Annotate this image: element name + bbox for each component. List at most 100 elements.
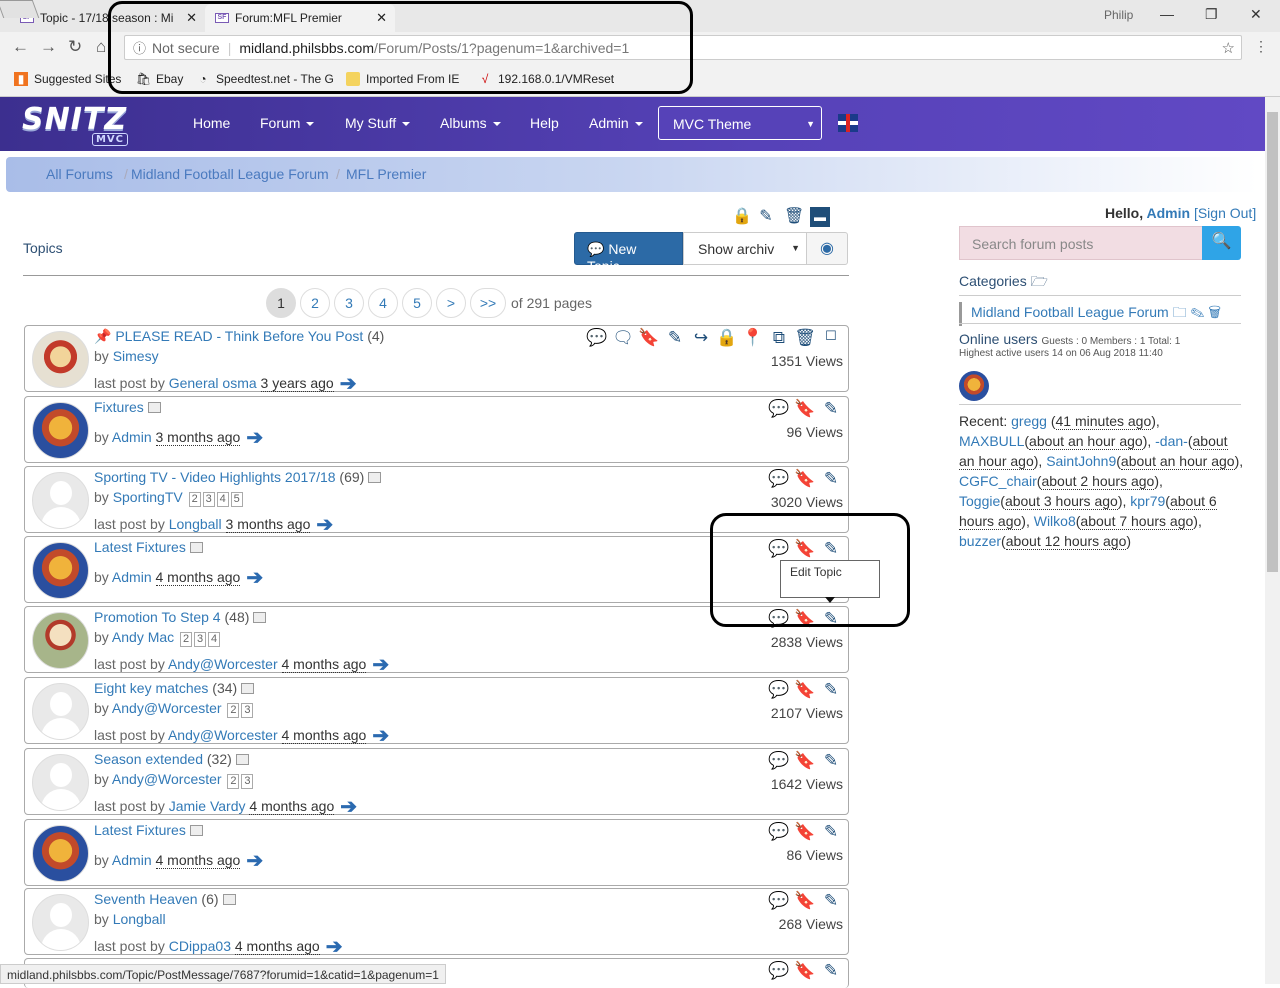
topic-page-link[interactable]: 2	[227, 703, 240, 718]
bookmark-suggested-sites[interactable]: ▮ Suggested Sites	[14, 72, 121, 86]
last-post-author[interactable]: General osma	[169, 375, 257, 391]
topic-title[interactable]: Sporting TV - Video Highlights 2017/18	[94, 469, 336, 485]
recent-user[interactable]: MAXBULL	[959, 433, 1024, 449]
snitz-logo[interactable]: SNITZ MVC	[22, 102, 132, 146]
topic-author[interactable]: Andy Mac	[112, 629, 174, 645]
breadcrumb-category[interactable]: Midland Football League Forum	[131, 166, 329, 182]
language-flag-icon[interactable]	[838, 114, 858, 132]
delete-icon[interactable]: 🗑	[794, 328, 816, 350]
page-5[interactable]: 5	[402, 288, 432, 318]
reload-icon[interactable]: ↻	[68, 37, 82, 57]
search-icon[interactable]: 🔍	[1202, 226, 1241, 260]
reply-icon[interactable]: 💬	[768, 751, 790, 773]
online-user-avatar[interactable]	[959, 371, 989, 401]
page-4[interactable]: 4	[368, 288, 398, 318]
reply-icon[interactable]: 💬	[768, 399, 790, 421]
breadcrumb-forum[interactable]: MFL Premier	[346, 166, 426, 182]
current-user-link[interactable]: Admin	[1147, 205, 1191, 221]
nav-albums[interactable]: Albums	[440, 115, 501, 131]
recent-user[interactable]: gregg	[1011, 413, 1047, 429]
reply-icon[interactable]: 💬	[768, 680, 790, 702]
delete-forum-icon[interactable]: 🗑	[784, 207, 804, 227]
topic-page-link[interactable]: 3	[202, 492, 215, 507]
edit-icon[interactable]: ✎	[820, 751, 842, 773]
avatar[interactable]	[32, 754, 89, 811]
split-icon[interactable]: ⧉	[768, 328, 790, 350]
topic-page-link[interactable]: 2	[180, 632, 193, 647]
menu-icon[interactable]: ⋮	[1254, 38, 1268, 55]
last-post-author[interactable]: Andy@Worcester	[168, 727, 278, 743]
topic-page-link[interactable]: 4	[208, 632, 221, 647]
go-to-last-post-icon[interactable]: ➔	[316, 512, 333, 537]
edit-icon[interactable]: ✎	[820, 961, 842, 983]
archive-filter-select[interactable]: Show archiv ▼	[683, 232, 807, 265]
topic-author[interactable]: Admin	[112, 852, 152, 868]
minimize-icon[interactable]: —	[1160, 6, 1174, 22]
new-topic-button[interactable]: 💬 New Topic	[574, 232, 683, 274]
go-to-last-post-icon[interactable]: ➔	[246, 425, 263, 450]
search-input[interactable]: Search forum posts	[959, 226, 1203, 260]
topic-author[interactable]: Andy@Worcester	[112, 700, 222, 716]
close-window-icon[interactable]: ✕	[1250, 6, 1262, 23]
topic-title[interactable]: Promotion To Step 4	[94, 609, 221, 625]
recent-user[interactable]: kpr79	[1130, 493, 1165, 509]
bookmark-icon[interactable]: 🔖	[794, 751, 816, 773]
nav-help[interactable]: Help	[530, 115, 559, 131]
reply-icon[interactable]: 💬	[768, 961, 790, 983]
topic-author[interactable]: SportingTV	[113, 489, 183, 505]
topic-page-link[interactable]: 3	[241, 774, 254, 789]
topic-title[interactable]: Seventh Heaven	[94, 891, 198, 907]
go-to-last-post-icon[interactable]: ➔	[372, 652, 389, 677]
last-post-author[interactable]: Jamie Vardy	[169, 798, 246, 814]
nav-my-stuff[interactable]: My Stuff	[345, 115, 411, 131]
recent-user[interactable]: Toggie	[959, 493, 1000, 509]
edit-icon[interactable]: ✎	[820, 680, 842, 702]
archive-forum-icon[interactable]: ▬	[810, 207, 830, 227]
topic-title[interactable]: PLEASE READ - Think Before You Post	[115, 328, 363, 344]
last-post-author[interactable]: Longball	[169, 516, 222, 532]
bookmark-icon[interactable]: 🔖	[794, 891, 816, 913]
sign-out-link[interactable]: [Sign Out]	[1194, 205, 1256, 221]
avatar[interactable]	[32, 402, 89, 459]
topic-title[interactable]: Latest Fixtures	[94, 539, 186, 555]
recent-user[interactable]: CGFC_chair	[959, 473, 1037, 489]
page-2[interactable]: 2	[300, 288, 330, 318]
lock-forum-icon[interactable]: 🔒	[732, 207, 752, 227]
bookmark-icon[interactable]: 🔖	[794, 399, 816, 421]
avatar[interactable]	[32, 825, 89, 882]
page-3[interactable]: 3	[334, 288, 364, 318]
edit-icon[interactable]: ✎	[820, 822, 842, 844]
edit-icon[interactable]: ✎	[820, 399, 842, 421]
topic-title[interactable]: Latest Fixtures	[94, 822, 186, 838]
forward-icon[interactable]: →	[40, 37, 57, 57]
reply-quote-icon[interactable]: 🗨	[612, 328, 634, 350]
topic-page-link[interactable]: 4	[216, 492, 229, 507]
edit-forum-icon[interactable]: ✎	[756, 207, 776, 227]
go-to-last-post-icon[interactable]: ➔	[326, 934, 343, 959]
delete-category-icon[interactable]: 🗑	[1208, 304, 1221, 320]
select-checkbox[interactable]: ☐	[820, 328, 842, 350]
edit-icon[interactable]: ✎	[664, 328, 686, 350]
reply-icon[interactable]: 💬	[768, 891, 790, 913]
reply-icon[interactable]: 💬	[768, 822, 790, 844]
last-post-author[interactable]: CDippa03	[169, 938, 231, 954]
topic-page-link[interactable]: 2	[188, 492, 201, 507]
avatar[interactable]	[32, 683, 89, 740]
topic-author[interactable]: Longball	[113, 911, 166, 927]
page-next[interactable]: >	[436, 288, 466, 318]
nav-forum[interactable]: Forum	[260, 115, 315, 131]
nav-admin[interactable]: Admin	[589, 115, 643, 131]
edit-category-icon[interactable]: ✎	[1190, 304, 1204, 320]
go-to-last-post-icon[interactable]: ➔	[372, 723, 389, 748]
categories-heading[interactable]: Categories 🗁	[959, 271, 1048, 295]
avatar[interactable]	[32, 331, 89, 388]
home-icon[interactable]: ⌂	[96, 37, 106, 57]
pin-toggle-icon[interactable]: 📍	[742, 328, 764, 350]
maximize-icon[interactable]: ❐	[1205, 6, 1218, 23]
go-to-last-post-icon[interactable]: ➔	[246, 565, 263, 590]
go-to-last-post-icon[interactable]: ➔	[340, 371, 357, 396]
topic-page-link[interactable]: 3	[241, 703, 254, 718]
recent-user[interactable]: SaintJohn9	[1046, 453, 1116, 469]
topic-author[interactable]: Admin	[112, 429, 152, 445]
recent-user[interactable]: buzzer	[959, 533, 1001, 549]
